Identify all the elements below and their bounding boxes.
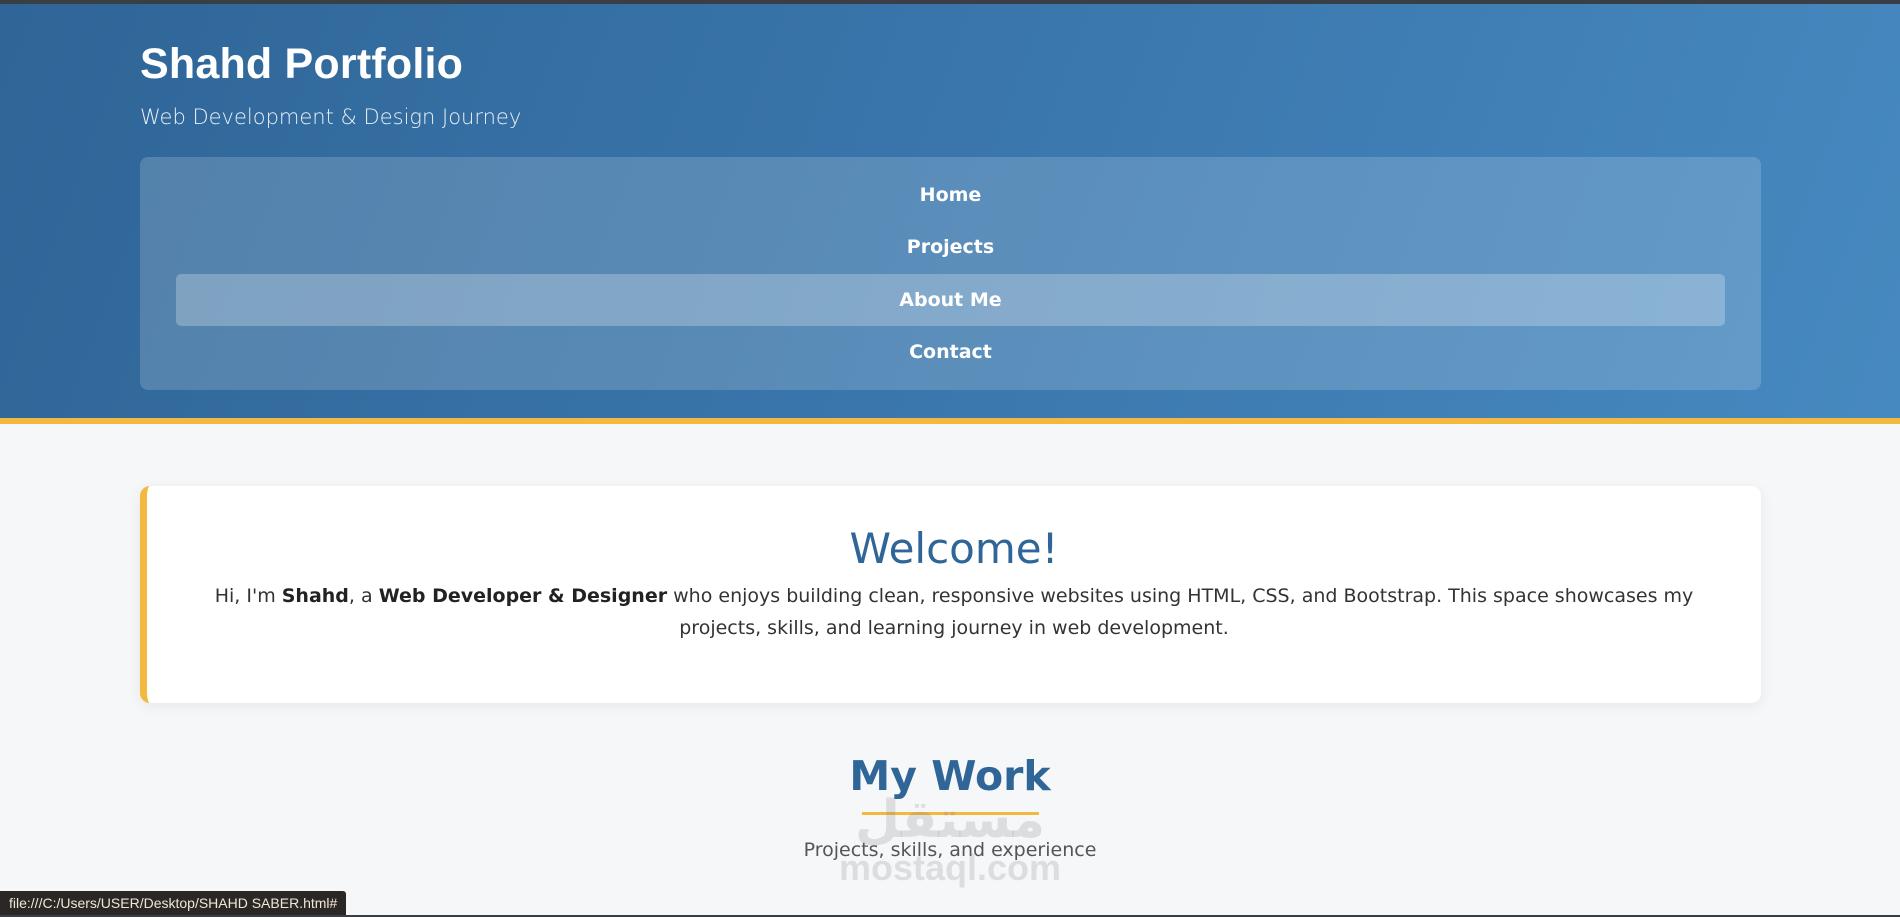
welcome-text-sep: , a — [348, 585, 379, 607]
welcome-text-rest: who enjoys building clean, responsive we… — [667, 585, 1694, 639]
my-work-underline — [862, 812, 1039, 815]
site-title: Shahd Portfolio — [140, 40, 464, 88]
nav-item-about-me[interactable]: About Me — [176, 274, 1725, 326]
welcome-text: Hi, I'm Shahd, a Web Developer & Designe… — [197, 580, 1711, 644]
nav-item-contact[interactable]: Contact — [176, 326, 1725, 378]
main-navigation: Home Projects About Me Contact — [140, 157, 1761, 390]
nav-item-home[interactable]: Home — [176, 169, 1725, 221]
header-accent-border — [0, 418, 1900, 424]
site-header: Shahd Portfolio Web Development & Design… — [0, 4, 1900, 418]
welcome-role: Web Developer & Designer — [378, 585, 668, 607]
browser-status-bar: file:///C:/Users/USER/Desktop/SHAHD SABE… — [0, 891, 347, 915]
welcome-title: Welcome! — [849, 524, 1059, 573]
welcome-name: Shahd — [281, 585, 349, 607]
site-subtitle: Web Development & Design Journey — [140, 105, 522, 129]
welcome-card: Welcome! Hi, I'm Shahd, a Web Developer … — [140, 486, 1761, 703]
my-work-subtitle: Projects, skills, and experience — [803, 839, 1097, 861]
my-work-title: My Work — [849, 752, 1051, 800]
nav-item-projects[interactable]: Projects — [176, 221, 1725, 273]
welcome-text-intro: Hi, I'm — [214, 585, 282, 607]
